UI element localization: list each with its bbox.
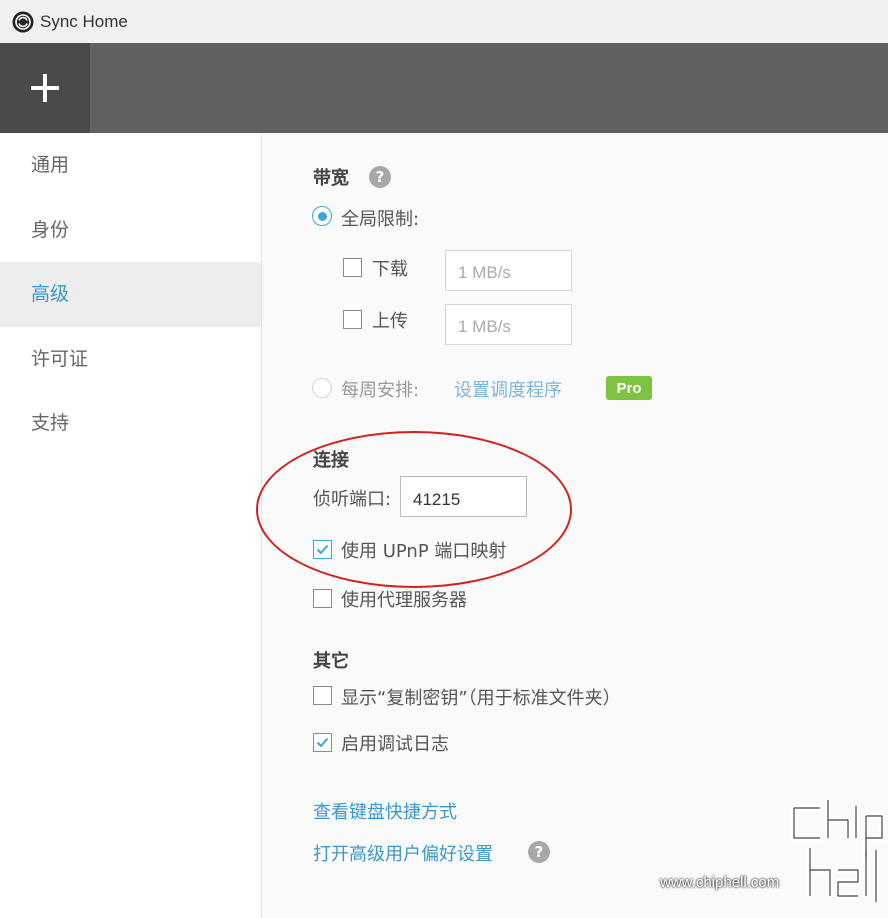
advanced-settings-panel: 带宽 ? 全局限制: 下载 1 MB/s 上传 1 MB/s 每周安排: 设置调… — [263, 133, 888, 918]
bandwidth-section-title: 带宽 — [313, 168, 349, 189]
listening-port-label: 侦听端口: — [313, 489, 392, 510]
copy-key-label: 显示“复制密钥”（用于标准文件夹） — [341, 688, 621, 709]
upload-limit-input[interactable]: 1 MB/s — [445, 304, 572, 345]
debug-log-checkbox[interactable] — [313, 733, 332, 752]
upnp-label: 使用 UPnP 端口映射 — [341, 541, 507, 562]
sidebar-item-license[interactable]: 许可证 — [0, 327, 261, 392]
radio-dot — [317, 211, 327, 221]
download-limit-label: 下载 — [372, 259, 408, 280]
sync-app-icon — [12, 11, 34, 32]
set-scheduler-link[interactable]: 设置调度程序 — [454, 376, 562, 402]
sidebar-item-general[interactable]: 通用 — [0, 133, 261, 198]
listening-port-input[interactable]: 41215 — [400, 476, 527, 517]
weekly-schedule-radio[interactable] — [312, 378, 332, 398]
proxy-label: 使用代理服务器 — [341, 590, 467, 611]
checkmark-icon — [316, 737, 329, 748]
title-bar: Sync Home — [0, 0, 888, 43]
toolbar — [0, 43, 888, 133]
sidebar-item-identity[interactable]: 身份 — [0, 198, 261, 263]
download-limit-checkbox[interactable] — [343, 258, 362, 277]
global-limit-radio[interactable] — [312, 206, 332, 226]
other-section-title: 其它 — [313, 651, 349, 672]
connection-section-title: 连接 — [313, 450, 349, 471]
pro-badge: Pro — [606, 376, 652, 400]
sidebar-item-support[interactable]: 支持 — [0, 391, 261, 456]
upload-limit-checkbox[interactable] — [343, 310, 362, 329]
sidebar-item-advanced[interactable]: 高级 — [0, 262, 261, 327]
plus-icon — [31, 74, 59, 102]
power-user-preferences-link[interactable]: 打开高级用户偏好设置 — [313, 840, 493, 866]
copy-key-checkbox[interactable] — [313, 686, 332, 705]
checkmark-icon — [316, 544, 329, 555]
keyboard-shortcuts-link[interactable]: 查看键盘快捷方式 — [313, 798, 457, 824]
bandwidth-help-icon[interactable]: ? — [369, 166, 391, 188]
download-limit-input[interactable]: 1 MB/s — [445, 250, 572, 291]
power-user-help-icon[interactable]: ? — [528, 841, 550, 863]
add-folder-button[interactable] — [0, 43, 90, 133]
weekly-schedule-label: 每周安排: — [341, 380, 420, 401]
settings-sidebar: 通用 身份 高级 许可证 支持 — [0, 133, 262, 918]
upload-limit-label: 上传 — [372, 311, 408, 332]
global-limit-label: 全局限制: — [341, 209, 420, 230]
proxy-checkbox[interactable] — [313, 589, 332, 608]
window-title: Sync Home — [40, 11, 128, 31]
upnp-checkbox[interactable] — [313, 540, 332, 559]
debug-log-label: 启用调试日志 — [341, 734, 449, 755]
